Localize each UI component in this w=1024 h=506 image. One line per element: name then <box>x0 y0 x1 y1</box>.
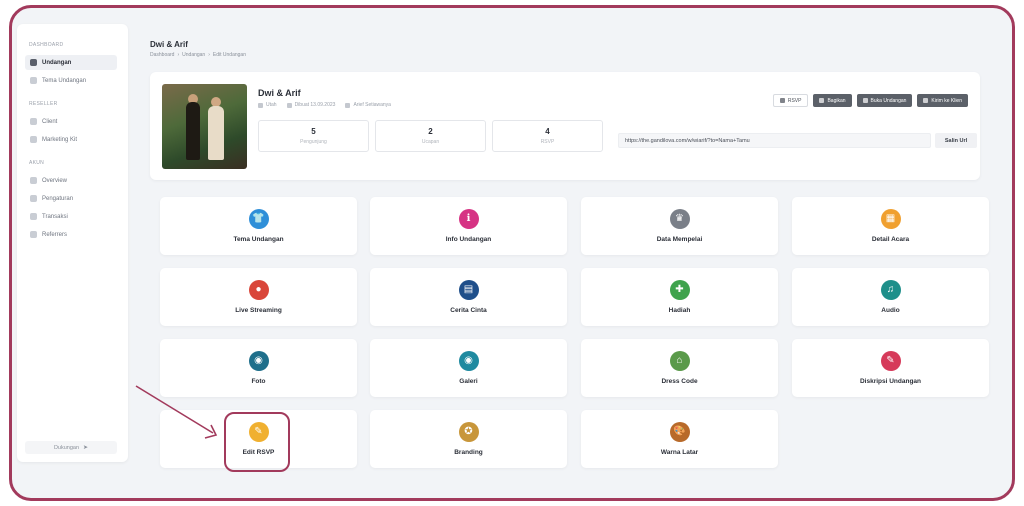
annotation-arrow <box>135 385 218 439</box>
